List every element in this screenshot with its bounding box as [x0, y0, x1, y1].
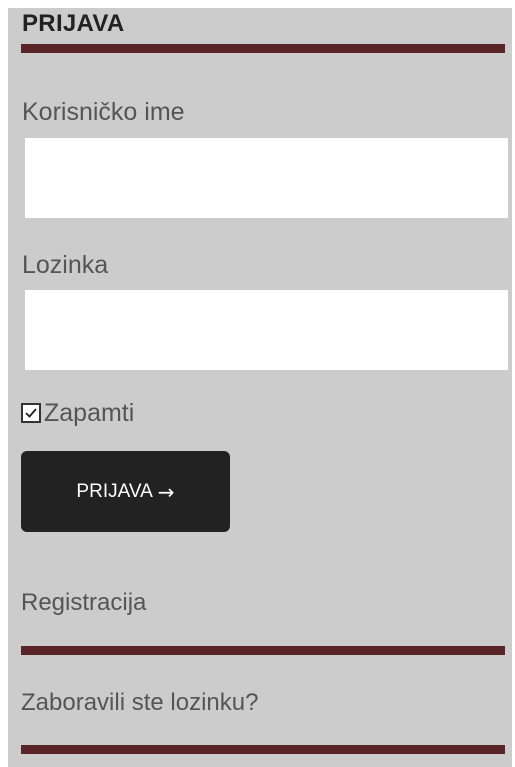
widget-title: PRIJAVA	[22, 10, 125, 37]
login-button-label: PRIJAVA	[76, 480, 153, 502]
password-label: Lozinka	[22, 251, 109, 279]
register-link[interactable]: Registracija	[21, 588, 146, 618]
forgot-divider	[21, 745, 505, 754]
arrow-right-icon: →	[157, 479, 175, 504]
title-divider	[21, 44, 505, 53]
forgot-password-link[interactable]: Zaboravili ste lozinku?	[21, 688, 258, 718]
remember-label: Zapamti	[44, 399, 135, 427]
username-label: Korisničko ime	[22, 98, 185, 126]
password-field[interactable]	[25, 290, 508, 370]
login-widget: PRIJAVA Korisničko ime Lozinka Zapamti P…	[8, 8, 512, 767]
username-field[interactable]	[25, 138, 508, 218]
remember-checkbox[interactable]	[21, 403, 41, 423]
login-button[interactable]: PRIJAVA →	[21, 451, 230, 532]
remember-me-option[interactable]: Zapamti	[21, 398, 134, 428]
checkmark-icon	[25, 408, 37, 418]
register-divider	[21, 646, 505, 655]
